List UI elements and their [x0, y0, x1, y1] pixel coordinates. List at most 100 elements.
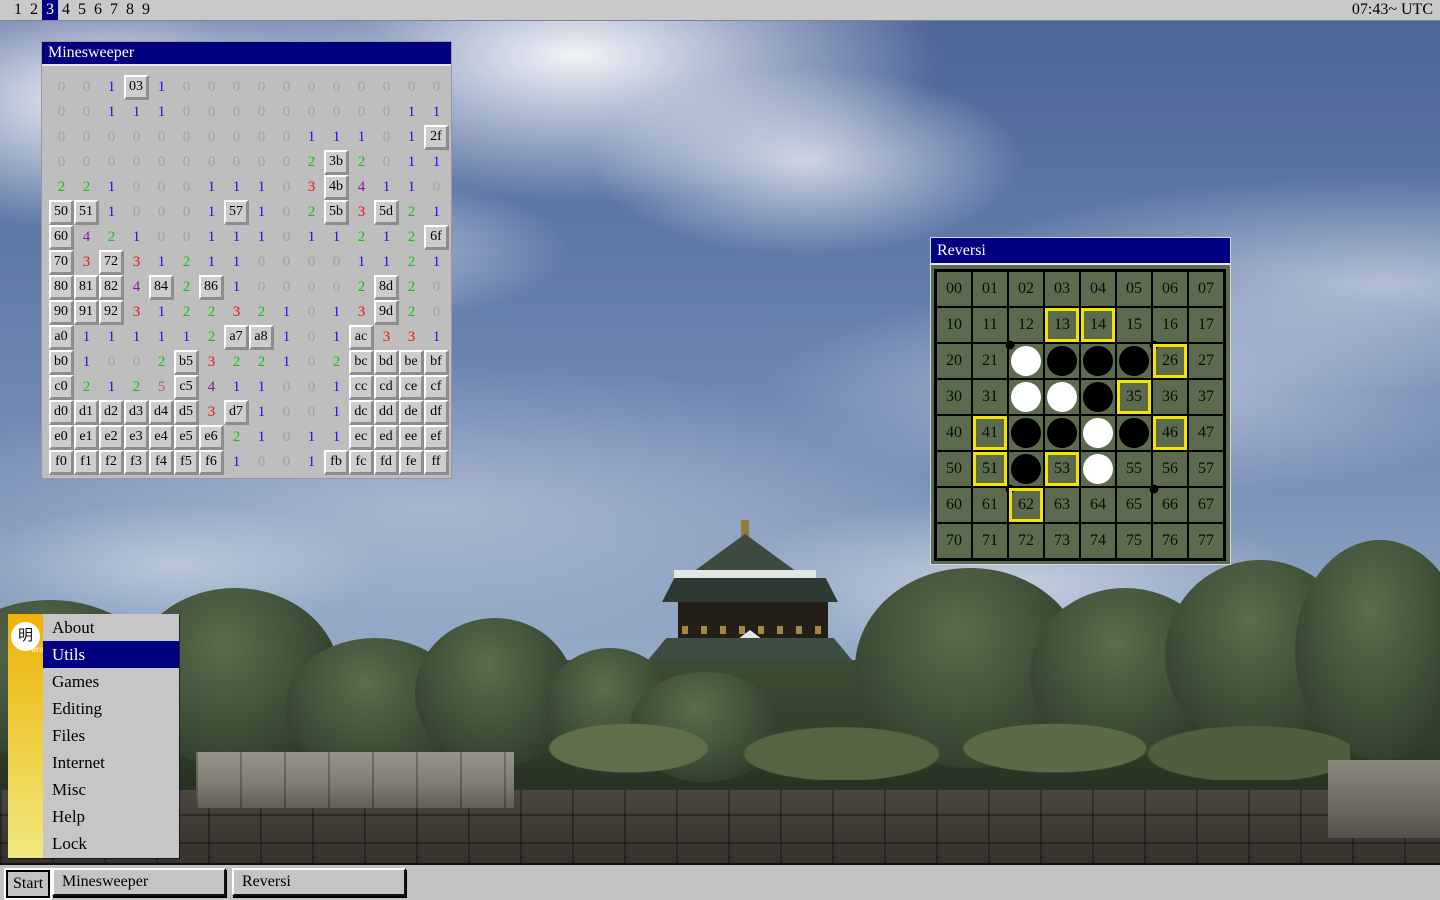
mine-cell-5f[interactable]: 1 — [424, 200, 449, 225]
mine-cell-fc[interactable]: fc — [349, 450, 374, 475]
mine-cell-fb[interactable]: fb — [324, 450, 349, 475]
mine-cell-39[interactable]: 0 — [274, 150, 299, 175]
mine-cell-c0[interactable]: c0 — [49, 375, 74, 400]
mine-cell-b1[interactable]: 1 — [74, 350, 99, 375]
reversi-cell-26[interactable]: 26 — [1152, 343, 1188, 379]
mine-cell-05[interactable]: 0 — [174, 75, 199, 100]
workspace-5[interactable]: 5 — [74, 0, 90, 20]
mine-cell-6d[interactable]: 1 — [374, 225, 399, 250]
mine-cell-73[interactable]: 3 — [124, 250, 149, 275]
reversi-cell-24[interactable] — [1080, 343, 1116, 379]
mine-cell-15[interactable]: 0 — [174, 100, 199, 125]
mine-cell-9d[interactable]: 9d — [374, 300, 399, 325]
mine-cell-12[interactable]: 1 — [99, 100, 124, 125]
mine-cell-de[interactable]: de — [399, 400, 424, 425]
mine-cell-66[interactable]: 1 — [199, 225, 224, 250]
mine-cell-e4[interactable]: e4 — [149, 425, 174, 450]
reversi-cell-74[interactable]: 74 — [1080, 523, 1116, 559]
mine-cell-59[interactable]: 0 — [274, 200, 299, 225]
reversi-cell-06[interactable]: 06 — [1152, 271, 1188, 307]
mine-cell-b0[interactable]: b0 — [49, 350, 74, 375]
workspace-4[interactable]: 4 — [58, 0, 74, 20]
mine-cell-33[interactable]: 0 — [124, 150, 149, 175]
mine-cell-b3[interactable]: 0 — [124, 350, 149, 375]
mine-cell-9c[interactable]: 3 — [349, 300, 374, 325]
mine-cell-5a[interactable]: 2 — [299, 200, 324, 225]
mine-cell-86[interactable]: 86 — [199, 275, 224, 300]
mine-cell-ea[interactable]: 1 — [299, 425, 324, 450]
mine-cell-70[interactable]: 70 — [49, 250, 74, 275]
mine-cell-c3[interactable]: 2 — [124, 375, 149, 400]
mine-cell-75[interactable]: 2 — [174, 250, 199, 275]
reversi-cell-30[interactable]: 30 — [936, 379, 972, 415]
mine-cell-da[interactable]: 0 — [299, 400, 324, 425]
mine-cell-89[interactable]: 0 — [274, 275, 299, 300]
mine-cell-d0[interactable]: d0 — [49, 400, 74, 425]
mine-cell-0e[interactable]: 0 — [399, 75, 424, 100]
reversi-cell-57[interactable]: 57 — [1188, 451, 1224, 487]
mine-cell-e9[interactable]: 0 — [274, 425, 299, 450]
mine-cell-37[interactable]: 0 — [224, 150, 249, 175]
workspace-8[interactable]: 8 — [122, 0, 138, 20]
reversi-cell-22[interactable] — [1008, 343, 1044, 379]
mine-cell-78[interactable]: 0 — [249, 250, 274, 275]
mine-cell-a4[interactable]: 1 — [149, 325, 174, 350]
reversi-cell-64[interactable]: 64 — [1080, 487, 1116, 523]
minesweeper-titlebar[interactable]: Minesweeper — [42, 42, 451, 66]
mine-cell-8c[interactable]: 2 — [349, 275, 374, 300]
menu-item-about[interactable]: About — [43, 614, 179, 641]
mine-cell-be[interactable]: be — [399, 350, 424, 375]
mine-cell-cb[interactable]: 1 — [324, 375, 349, 400]
mine-cell-a5[interactable]: 1 — [174, 325, 199, 350]
mine-cell-51[interactable]: 51 — [74, 200, 99, 225]
reversi-cell-33[interactable] — [1044, 379, 1080, 415]
reversi-cell-12[interactable]: 12 — [1008, 307, 1044, 343]
mine-cell-aa[interactable]: 0 — [299, 325, 324, 350]
mine-cell-1f[interactable]: 1 — [424, 100, 449, 125]
reversi-cell-66[interactable]: 66 — [1152, 487, 1188, 523]
mine-cell-22[interactable]: 0 — [99, 125, 124, 150]
mine-cell-06[interactable]: 0 — [199, 75, 224, 100]
mine-cell-02[interactable]: 1 — [99, 75, 124, 100]
mine-cell-e1[interactable]: e1 — [74, 425, 99, 450]
mine-cell-98[interactable]: 2 — [249, 300, 274, 325]
mine-cell-ae[interactable]: 3 — [399, 325, 424, 350]
mine-cell-3b[interactable]: 3b — [324, 150, 349, 175]
mine-cell-21[interactable]: 0 — [74, 125, 99, 150]
mine-cell-ed[interactable]: ed — [374, 425, 399, 450]
mine-cell-4c[interactable]: 4 — [349, 175, 374, 200]
mine-cell-96[interactable]: 2 — [199, 300, 224, 325]
reversi-cell-27[interactable]: 27 — [1188, 343, 1224, 379]
mine-cell-7b[interactable]: 0 — [324, 250, 349, 275]
reversi-cell-55[interactable]: 55 — [1116, 451, 1152, 487]
mine-cell-45[interactable]: 0 — [174, 175, 199, 200]
reversi-cell-72[interactable]: 72 — [1008, 523, 1044, 559]
mine-cell-b8[interactable]: 2 — [249, 350, 274, 375]
mine-cell-41[interactable]: 2 — [74, 175, 99, 200]
mine-cell-27[interactable]: 0 — [224, 125, 249, 150]
reversi-cell-47[interactable]: 47 — [1188, 415, 1224, 451]
reversi-cell-63[interactable]: 63 — [1044, 487, 1080, 523]
workspace-1[interactable]: 1 — [10, 0, 26, 20]
mine-cell-df[interactable]: df — [424, 400, 449, 425]
reversi-cell-62[interactable]: 62 — [1008, 487, 1044, 523]
mine-cell-3d[interactable]: 0 — [374, 150, 399, 175]
mine-cell-9b[interactable]: 1 — [324, 300, 349, 325]
reversi-cell-45[interactable] — [1116, 415, 1152, 451]
mine-cell-0b[interactable]: 0 — [324, 75, 349, 100]
mine-cell-a3[interactable]: 1 — [124, 325, 149, 350]
mine-cell-d9[interactable]: 0 — [274, 400, 299, 425]
mine-cell-a8[interactable]: a8 — [249, 325, 274, 350]
mine-cell-a9[interactable]: 1 — [274, 325, 299, 350]
mine-cell-ec[interactable]: ec — [349, 425, 374, 450]
mine-cell-b6[interactable]: 3 — [199, 350, 224, 375]
mine-cell-94[interactable]: 1 — [149, 300, 174, 325]
mine-cell-ab[interactable]: 1 — [324, 325, 349, 350]
mine-cell-35[interactable]: 0 — [174, 150, 199, 175]
mine-cell-ba[interactable]: 0 — [299, 350, 324, 375]
mine-cell-5e[interactable]: 2 — [399, 200, 424, 225]
mine-cell-d4[interactable]: d4 — [149, 400, 174, 425]
mine-cell-25[interactable]: 0 — [174, 125, 199, 150]
reversi-cell-20[interactable]: 20 — [936, 343, 972, 379]
mine-cell-cc[interactable]: cc — [349, 375, 374, 400]
